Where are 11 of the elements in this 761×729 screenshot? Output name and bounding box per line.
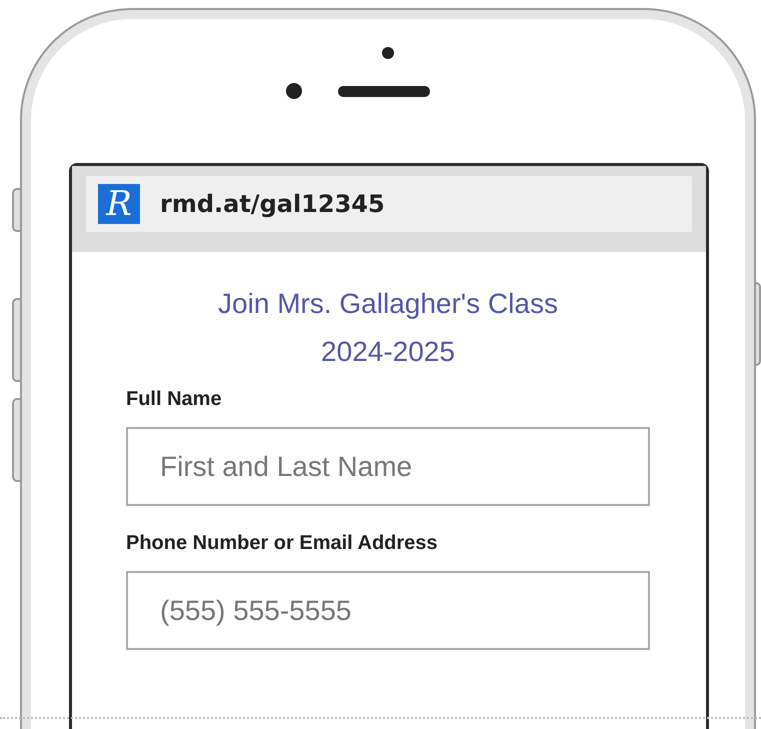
input-field[interactable]: (555) 555-5555: [126, 571, 650, 650]
camera-dot: [382, 47, 394, 59]
field-label: Phone Number or Email Address: [126, 532, 438, 555]
form-title: Join Mrs. Gallagher's Class: [218, 288, 558, 320]
logo-icon: R: [98, 184, 140, 224]
input-field[interactable]: First and Last Name: [126, 427, 650, 506]
address-bar[interactable]: R rmd.at/gal12345: [86, 176, 692, 232]
sensor-dot: [286, 83, 302, 99]
url-text: rmd.at/gal12345: [160, 190, 385, 218]
field-label: Full Name: [126, 388, 222, 411]
form-title: 2024-2025: [321, 336, 455, 368]
